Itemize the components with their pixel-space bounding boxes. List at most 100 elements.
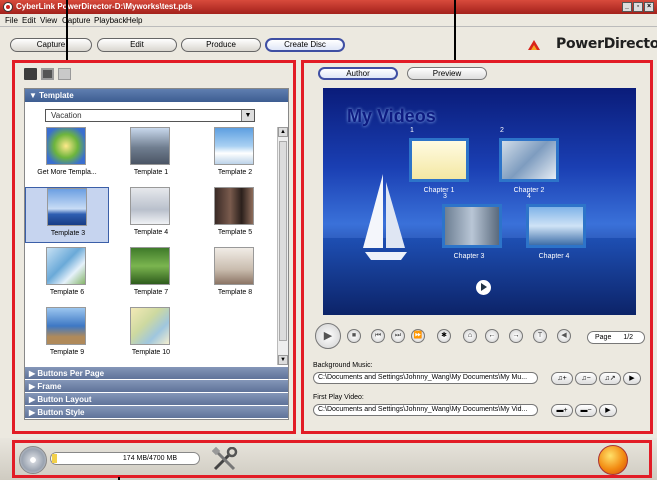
next-icon[interactable]: ⏭ bbox=[391, 329, 405, 343]
disc-icon[interactable] bbox=[19, 446, 47, 474]
template-scrollbar[interactable]: ▲ ▼ bbox=[277, 127, 288, 365]
template-item[interactable]: Template 8 bbox=[193, 247, 277, 303]
template-thumbnail bbox=[47, 188, 87, 226]
disc-capacity-bar[interactable]: 174 MB/4700 MB bbox=[50, 452, 200, 465]
add-video-icon[interactable]: ▬+ bbox=[551, 404, 573, 417]
create-disc-tab[interactable]: Create Disc bbox=[265, 38, 345, 52]
remove-music-icon[interactable]: ♫− bbox=[575, 372, 597, 385]
template-thumbnail bbox=[214, 127, 254, 165]
play-music-icon[interactable]: ▶ bbox=[623, 372, 641, 385]
title-bar: CyberLink PowerDirector-D:\Myworks\test.… bbox=[0, 0, 657, 14]
preview-tab[interactable]: Preview bbox=[407, 67, 487, 80]
template-label: Template 6 bbox=[49, 289, 85, 296]
app-icon[interactable] bbox=[3, 2, 13, 12]
page-indicator[interactable]: Page 1/2 bbox=[587, 331, 645, 344]
burn-disc-icon[interactable] bbox=[598, 445, 628, 475]
play-video-icon[interactable]: ▶ bbox=[599, 404, 617, 417]
scrollbar-thumb[interactable] bbox=[279, 141, 287, 341]
chapter-number: 4 bbox=[527, 193, 531, 200]
menu-title[interactable]: My Videos bbox=[347, 106, 436, 127]
template-section-header[interactable]: ▼ Template bbox=[25, 89, 288, 102]
folder-icon[interactable] bbox=[24, 68, 37, 80]
chapter-button[interactable]: 1 bbox=[409, 127, 469, 182]
title-menu-icon[interactable]: T bbox=[533, 329, 547, 343]
disc-menu-preview-panel: Author Preview My Videos 1 Chapter 1 2 C… bbox=[303, 63, 651, 431]
template-thumbnail bbox=[130, 247, 170, 285]
add-music-icon[interactable]: ♫+ bbox=[551, 372, 573, 385]
template-item[interactable]: Get More Templa... bbox=[25, 127, 109, 183]
template-thumbnail bbox=[214, 247, 254, 285]
music-settings-icon[interactable]: ♫↗ bbox=[599, 372, 621, 385]
template-label: Template 5 bbox=[217, 229, 253, 236]
template-thumbnail bbox=[46, 307, 86, 345]
menu-help[interactable]: Help bbox=[126, 16, 142, 25]
delete-icon[interactable] bbox=[58, 68, 71, 80]
scroll-up-icon[interactable]: ▲ bbox=[278, 127, 288, 137]
edit-tab[interactable]: Edit bbox=[97, 38, 177, 52]
first-play-video-label: First Play Video: bbox=[313, 394, 364, 401]
disc-capacity-fill bbox=[52, 454, 57, 463]
buttons-per-page-section[interactable]: ▶ Buttons Per Page bbox=[25, 366, 288, 379]
disc-capacity-text: 174 MB/4700 MB bbox=[122, 455, 177, 462]
remove-video-icon[interactable]: ▬− bbox=[575, 404, 597, 417]
first-play-video-path[interactable]: C:\Documents and Settings\Johnny_Wang\My… bbox=[313, 404, 538, 416]
menu-bar: File Edit View Capture Playback Help bbox=[0, 14, 657, 27]
template-label: Template 1 bbox=[133, 169, 169, 176]
stop-icon[interactable]: ■ bbox=[347, 329, 361, 343]
page-value: 1/2 bbox=[623, 334, 634, 341]
close-button[interactable]: × bbox=[644, 2, 654, 12]
template-thumbnail bbox=[130, 187, 170, 225]
template-thumbnail bbox=[130, 127, 170, 165]
template-item[interactable]: Template 6 bbox=[25, 247, 109, 303]
tools-icon[interactable] bbox=[212, 447, 238, 473]
template-item[interactable]: Template 4 bbox=[109, 187, 193, 243]
fast-forward-icon[interactable]: ⏩ bbox=[411, 329, 425, 343]
minimize-button[interactable]: _ bbox=[622, 2, 632, 12]
button-layout-section[interactable]: ▶ Button Layout bbox=[25, 392, 288, 405]
volume-icon[interactable]: ◀ bbox=[557, 329, 571, 343]
page-label: Page bbox=[595, 334, 612, 341]
template-grid: Get More Templa... Template 1 Template 2… bbox=[25, 127, 277, 356]
template-item[interactable]: Template 5 bbox=[193, 187, 277, 243]
save-icon[interactable] bbox=[41, 68, 54, 80]
previous-icon[interactable]: ⏮ bbox=[371, 329, 385, 343]
menu-edit[interactable]: Edit bbox=[22, 16, 36, 25]
menu-playback[interactable]: Playback bbox=[94, 16, 126, 25]
template-item-selected[interactable]: Template 3 bbox=[25, 187, 109, 243]
brand-name: PowerDirector bbox=[556, 36, 657, 52]
scroll-down-icon[interactable]: ▼ bbox=[278, 355, 288, 365]
template-item[interactable]: Template 10 bbox=[109, 307, 193, 363]
chevron-down-icon[interactable]: ▼ bbox=[241, 110, 254, 121]
chapter-button[interactable]: 4 bbox=[526, 193, 586, 248]
template-item[interactable]: Template 9 bbox=[25, 307, 109, 363]
template-label: Template 9 bbox=[49, 349, 85, 356]
arrow-right-icon[interactable]: → bbox=[509, 329, 523, 343]
template-label: Template 2 bbox=[217, 169, 253, 176]
menu-play-icon[interactable] bbox=[476, 280, 491, 295]
play-icon[interactable]: ▶ bbox=[315, 323, 341, 349]
restore-button[interactable]: ▫ bbox=[633, 2, 643, 12]
chapter-button[interactable]: 2 bbox=[499, 127, 559, 182]
template-item[interactable]: Template 7 bbox=[109, 247, 193, 303]
menu-view[interactable]: View bbox=[40, 16, 57, 25]
template-label: Get More Templa... bbox=[37, 169, 97, 176]
template-thumbnail bbox=[130, 307, 170, 345]
menu-file[interactable]: File bbox=[5, 16, 18, 25]
button-style-section[interactable]: ▶ Button Style bbox=[25, 405, 288, 418]
frame-section[interactable]: ▶ Frame bbox=[25, 379, 288, 392]
template-label: Template 8 bbox=[217, 289, 253, 296]
window-title: CyberLink PowerDirector-D:\Myworks\test.… bbox=[16, 2, 193, 11]
chapter-label: Chapter 3 bbox=[453, 253, 485, 260]
arrow-left-icon[interactable]: ← bbox=[485, 329, 499, 343]
template-item[interactable]: Template 2 bbox=[193, 127, 277, 183]
produce-tab[interactable]: Produce bbox=[181, 38, 261, 52]
home-icon[interactable]: ⌂ bbox=[463, 329, 477, 343]
template-category-select[interactable]: Vacation ▼ bbox=[45, 109, 255, 122]
chapter-button[interactable]: 3 bbox=[442, 193, 502, 248]
capture-tab[interactable]: Capture bbox=[10, 38, 92, 52]
background-music-path[interactable]: C:\Documents and Settings\Johnny_Wang\My… bbox=[313, 372, 538, 384]
disc-menu-preview[interactable]: My Videos 1 Chapter 1 2 Chapter 2 3 Chap… bbox=[323, 88, 636, 315]
template-item[interactable]: Template 1 bbox=[109, 127, 193, 183]
author-tab[interactable]: Author bbox=[318, 67, 398, 80]
motion-icon[interactable]: ✱ bbox=[437, 329, 451, 343]
